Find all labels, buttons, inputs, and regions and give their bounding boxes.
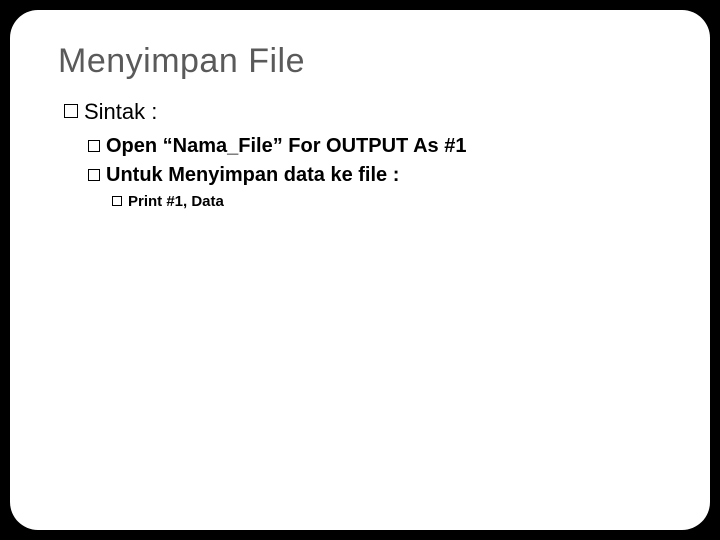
square-bullet-icon — [88, 140, 100, 152]
bullet-text-l3: Print #1, Data — [128, 193, 224, 210]
square-bullet-icon — [64, 104, 78, 118]
bullet-text-l1: Sintak : — [84, 99, 157, 125]
bullet-text-l2: Untuk Menyimpan data ke file : — [106, 164, 399, 187]
square-bullet-icon — [112, 196, 122, 206]
slide-container: Menyimpan File Sintak : Open “Nama_File”… — [10, 10, 710, 530]
bullet-level3: Print #1, Data — [112, 193, 662, 210]
bullet-text-l2: Open “Nama_File” For OUTPUT As #1 — [106, 135, 466, 158]
square-bullet-icon — [88, 169, 100, 181]
bullet-level2: Untuk Menyimpan data ke file : — [88, 164, 662, 187]
bullet-level2: Open “Nama_File” For OUTPUT As #1 — [88, 135, 662, 158]
slide-title: Menyimpan File — [58, 42, 662, 81]
bullet-level1: Sintak : — [64, 99, 662, 125]
